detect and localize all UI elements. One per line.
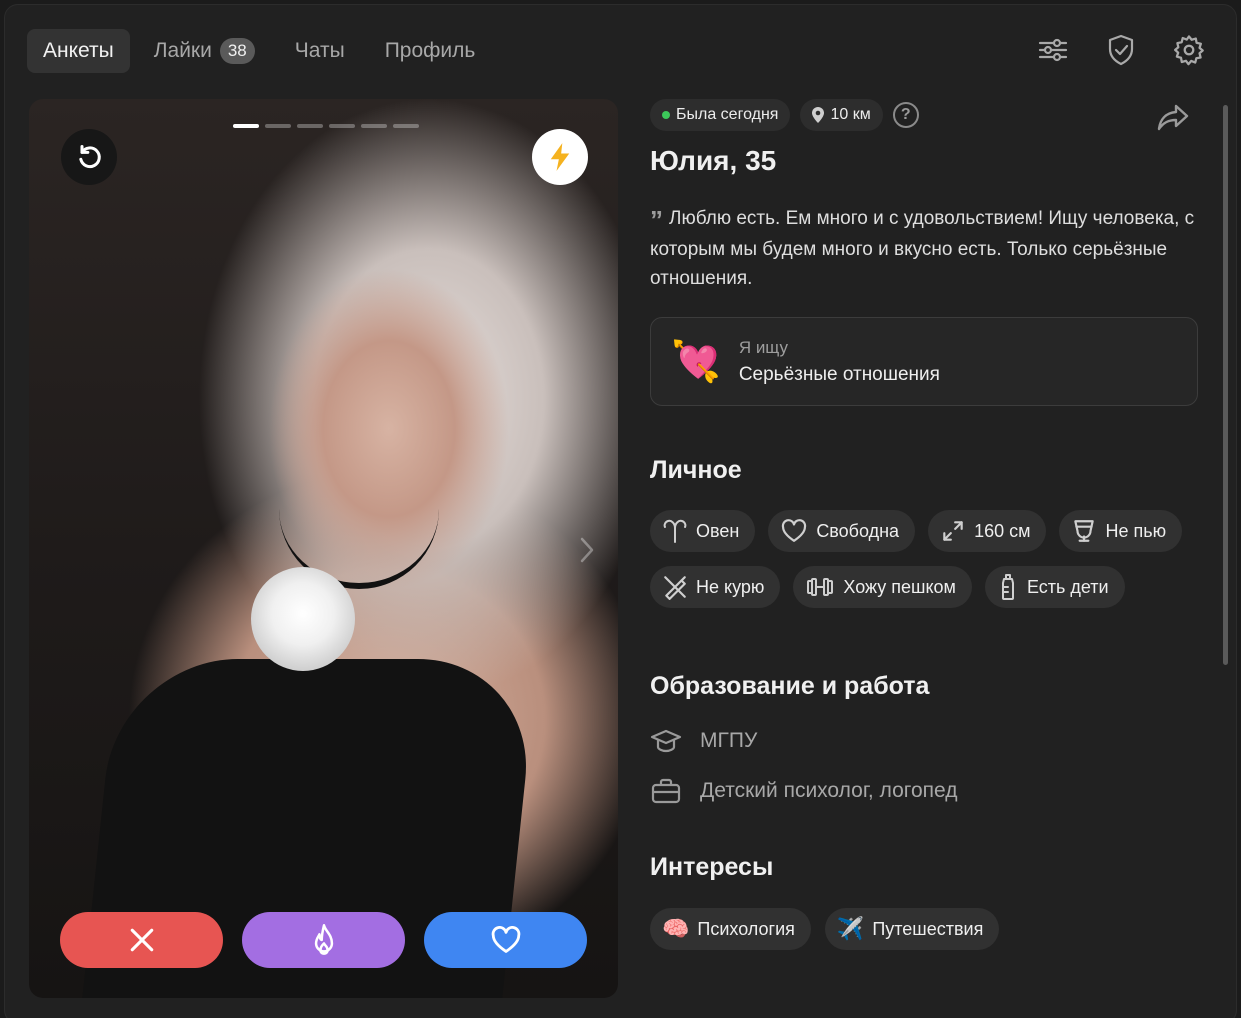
dislike-button[interactable] xyxy=(60,912,223,968)
tag-children: Есть дети xyxy=(984,566,1125,608)
education-school: МГПУ xyxy=(700,729,758,752)
shield-check-icon[interactable] xyxy=(1104,33,1138,67)
tag-label: Свободна xyxy=(816,520,900,541)
tab-profile[interactable]: Профиль xyxy=(369,29,492,73)
next-photo-button[interactable] xyxy=(580,537,594,568)
boost-icon xyxy=(550,143,570,171)
about-text: Люблю есть. Ем много и с удовольствием! … xyxy=(650,208,1195,289)
photo-progress xyxy=(233,124,419,128)
photo-progress-segment xyxy=(233,124,259,128)
tab-label: Профиль xyxy=(384,39,476,62)
profile-photo[interactable] xyxy=(29,99,618,998)
tag-height: 160 см xyxy=(928,510,1047,552)
swipe-actions xyxy=(60,912,587,968)
photo-flower xyxy=(251,567,355,671)
tab-likes[interactable]: Лайки 38 xyxy=(138,29,271,73)
tag-label: Не пью xyxy=(1105,520,1167,541)
chevron-right-icon xyxy=(580,537,594,563)
looking-for-card: 💘 Я ищу Серьёзные отношения xyxy=(650,317,1198,406)
heart-arrow-icon: 💘 xyxy=(671,339,721,384)
profile-details: Была сегодня 10 км ? Юлия, 35 ” Люблю ест… xyxy=(650,99,1198,950)
tag-label: Есть дети xyxy=(1026,576,1109,597)
glass-icon xyxy=(1074,520,1095,542)
online-dot-icon xyxy=(662,111,670,119)
aries-icon xyxy=(663,519,687,543)
photo-progress-segment xyxy=(265,124,291,128)
airplane-icon: ✈️ xyxy=(836,916,865,941)
fire-icon xyxy=(314,924,333,955)
looking-for-value: Серьёзные отношения xyxy=(738,363,940,385)
tag-relationship-status: Свободна xyxy=(768,510,916,552)
interests-tags: 🧠 Психология ✈️ Путешествия xyxy=(650,908,1198,950)
tag-label: Овен xyxy=(696,520,740,541)
looking-for-label: Я ищу xyxy=(738,337,788,357)
profile-about: ” Люблю есть. Ем много и с удовольствием!… xyxy=(650,204,1198,293)
tag-activity: Хожу пешком xyxy=(793,566,972,608)
tab-chats[interactable]: Чаты xyxy=(279,29,361,73)
profile-meta: Была сегодня 10 км ? xyxy=(650,99,1198,131)
tag-label: Путешествия xyxy=(872,918,984,939)
education-section-title: Образование и работа xyxy=(650,672,930,700)
interest-tag: ✈️ Путешествия xyxy=(824,908,1000,950)
location-pin-icon xyxy=(812,107,825,123)
tab-label: Анкеты xyxy=(43,39,114,62)
photo-progress-segment xyxy=(297,124,323,128)
tag-smoking: Не курю xyxy=(650,566,781,608)
scrollbar[interactable] xyxy=(1223,105,1228,665)
rewind-icon xyxy=(79,144,101,169)
photo-progress-segment xyxy=(393,124,419,128)
quote-icon: ” xyxy=(650,205,663,235)
interests-section-title: Интересы xyxy=(650,853,774,881)
top-nav: Анкеты Лайки 38 Чаты Профиль xyxy=(27,29,491,73)
tag-label: Не курю xyxy=(696,576,765,597)
help-icon[interactable]: ? xyxy=(892,102,919,128)
superlike-button[interactable] xyxy=(242,912,405,968)
distance-badge: 10 км xyxy=(800,99,883,131)
likes-count-badge: 38 xyxy=(219,38,255,64)
profile-name-age: Юлия, 35 xyxy=(650,145,777,176)
interest-tag: 🧠 Психология xyxy=(650,908,811,950)
tab-label: Чаты xyxy=(294,39,345,62)
filters-icon[interactable] xyxy=(1036,33,1070,67)
app-window: Анкеты Лайки 38 Чаты Профиль Была сегодн… xyxy=(4,4,1237,1018)
tag-label: 160 см xyxy=(974,520,1031,541)
rewind-button[interactable] xyxy=(61,129,117,185)
gear-icon[interactable] xyxy=(1172,33,1206,67)
graduation-cap-icon xyxy=(650,729,682,753)
baby-bottle-icon xyxy=(1001,574,1014,600)
distance-text: 10 км xyxy=(830,106,871,123)
boost-button[interactable] xyxy=(532,129,588,185)
online-status-badge: Была сегодня xyxy=(650,99,791,131)
tag-zodiac: Овен xyxy=(650,510,756,552)
top-actions xyxy=(1036,33,1206,67)
brain-icon: 🧠 xyxy=(662,916,690,941)
personal-section-title: Личное xyxy=(650,456,742,484)
tab-label: Лайки xyxy=(153,39,212,62)
briefcase-icon xyxy=(651,778,681,804)
share-icon xyxy=(1157,104,1189,131)
close-icon xyxy=(130,928,153,952)
height-icon xyxy=(943,521,963,541)
heart-outline-icon xyxy=(782,519,807,542)
photo-progress-segment xyxy=(329,124,355,128)
heart-icon xyxy=(491,926,520,953)
no-smoking-icon xyxy=(664,576,686,600)
photo-progress-segment xyxy=(361,124,387,128)
tag-label: Психология xyxy=(697,918,795,939)
dumbbell-icon xyxy=(807,578,834,596)
personal-tags: Овен Свободна 160 см Не пью Не курю Хожу… xyxy=(650,510,1198,608)
education-school-row: МГПУ xyxy=(650,727,1198,755)
education-job-row: Детский психолог, логопед xyxy=(650,777,1198,805)
tag-drinking: Не пью xyxy=(1059,510,1183,552)
tag-label: Хожу пешком xyxy=(843,576,956,597)
share-button[interactable] xyxy=(1156,103,1190,136)
education-job: Детский психолог, логопед xyxy=(700,779,958,802)
tab-profiles[interactable]: Анкеты xyxy=(27,29,130,73)
online-status-text: Была сегодня xyxy=(676,106,779,123)
like-button[interactable] xyxy=(424,912,587,968)
